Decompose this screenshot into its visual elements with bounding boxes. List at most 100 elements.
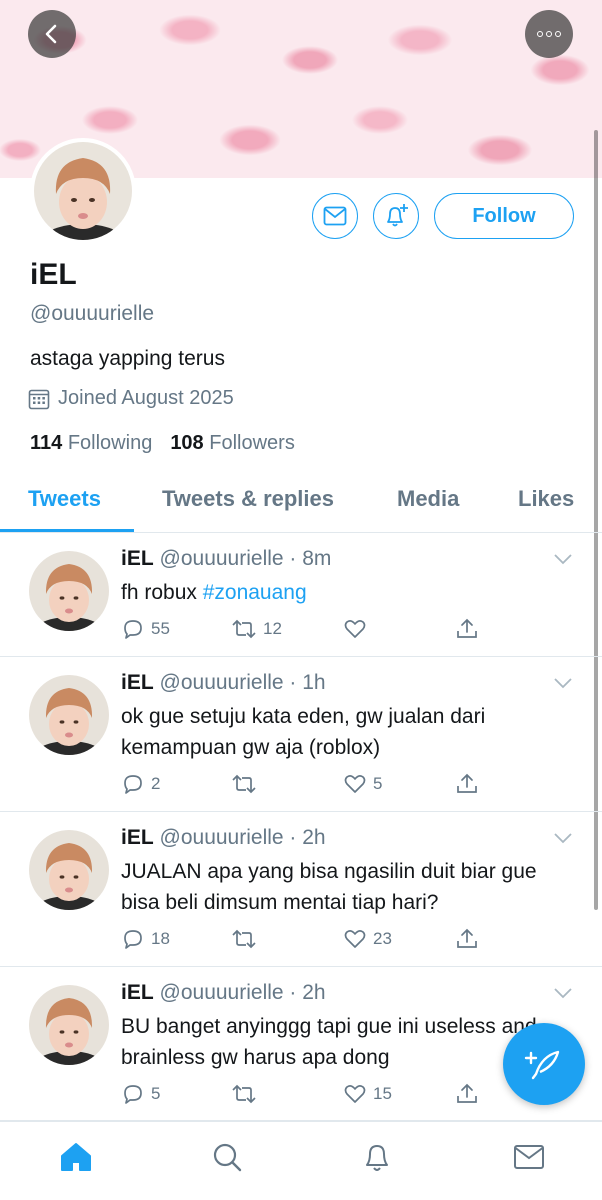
- tab-media[interactable]: Media: [397, 486, 459, 512]
- tweet-header: iEL @ouuuurielle · 1h: [121, 671, 326, 695]
- tweet-actions: 2 5: [121, 772, 561, 802]
- share-button[interactable]: [455, 772, 479, 796]
- home-icon: [61, 1143, 91, 1171]
- share-button[interactable]: [455, 617, 479, 641]
- chevron-down-icon[interactable]: [553, 832, 573, 844]
- nav-messages[interactable]: [511, 1139, 547, 1175]
- reply-button[interactable]: 2: [121, 772, 160, 796]
- profile-bio: astaga yapping terus: [30, 347, 225, 370]
- tab-tweets[interactable]: Tweets: [28, 486, 101, 512]
- display-name: iEL: [30, 258, 77, 291]
- retweet-icon: [231, 1082, 257, 1106]
- calendar-icon: [28, 389, 50, 409]
- following-label: Following: [67, 432, 153, 454]
- retweet-icon: [231, 927, 257, 951]
- profile-stats: 114 Following 108 Followers: [30, 432, 295, 455]
- compose-feather-icon: [524, 1050, 560, 1080]
- tweet-avatar[interactable]: [29, 985, 109, 1065]
- reply-count: 55: [151, 619, 170, 638]
- tweet-actions: 18 23: [121, 927, 561, 957]
- like-count: 15: [373, 1084, 392, 1103]
- bottom-navigation: [0, 1121, 602, 1200]
- followers-label: Followers: [209, 432, 295, 454]
- tweet-hashtag[interactable]: #zonauang: [203, 581, 307, 604]
- active-tab-indicator: [0, 529, 134, 532]
- reply-button[interactable]: 55: [121, 617, 170, 641]
- joined-label: Joined August 2025: [58, 387, 234, 409]
- reply-bubble-icon: [121, 927, 145, 951]
- tweet-text: fh robux #zonauang: [121, 577, 551, 608]
- tweet-author-name: iEL: [121, 826, 154, 849]
- reply-button[interactable]: 18: [121, 927, 170, 951]
- chevron-down-icon[interactable]: [553, 553, 573, 565]
- tweet-header: iEL @ouuuurielle · 2h: [121, 981, 326, 1005]
- following-count: 114: [30, 432, 63, 454]
- compose-tweet-button[interactable]: [503, 1023, 585, 1105]
- chevron-down-icon[interactable]: [553, 677, 573, 689]
- tweet-item[interactable]: iEL @ouuuurielle · 8m fh robux #zonauang…: [0, 533, 602, 657]
- tab-likes[interactable]: Likes: [518, 486, 574, 512]
- heart-icon: [343, 1082, 367, 1106]
- reply-bubble-icon: [121, 617, 145, 641]
- profile-tabs: Tweets Tweets & replies Media Likes: [0, 468, 602, 533]
- retweet-button[interactable]: [231, 1082, 263, 1106]
- like-count: 5: [373, 774, 383, 793]
- tweet-text: JUALAN apa yang bisa ngasilin duit biar …: [121, 860, 537, 914]
- tweet-item[interactable]: iEL @ouuuurielle · 2h JUALAN apa yang bi…: [0, 812, 602, 967]
- mail-icon: [514, 1145, 544, 1169]
- tweet-item[interactable]: iEL @ouuuurielle · 1h ok gue setuju kata…: [0, 657, 602, 812]
- nav-search[interactable]: [209, 1139, 245, 1175]
- notifications-button[interactable]: [373, 193, 419, 239]
- more-options-button[interactable]: [525, 10, 573, 58]
- reply-count: 5: [151, 1084, 161, 1103]
- tweet-avatar[interactable]: [29, 675, 109, 755]
- like-button[interactable]: 23: [343, 927, 392, 951]
- retweet-button[interactable]: [231, 927, 263, 951]
- chevron-down-icon[interactable]: [553, 987, 573, 999]
- retweet-icon: [231, 772, 257, 796]
- nav-notifications[interactable]: [359, 1139, 395, 1175]
- profile-avatar[interactable]: [30, 138, 136, 244]
- share-button[interactable]: [455, 927, 479, 951]
- tweet-meta: @ouuuurielle · 8m: [159, 547, 332, 570]
- heart-icon: [343, 617, 367, 641]
- chevron-left-icon: [45, 24, 57, 44]
- tweet-meta: @ouuuurielle · 2h: [159, 981, 326, 1004]
- nav-home[interactable]: [58, 1139, 94, 1175]
- reply-count: 18: [151, 929, 170, 948]
- share-icon: [455, 617, 479, 641]
- tweet-author-name: iEL: [121, 981, 154, 1004]
- reply-bubble-icon: [121, 772, 145, 796]
- profile-handle: @ouuuurielle: [30, 302, 155, 325]
- retweet-count: 12: [263, 619, 282, 638]
- retweet-icon: [231, 617, 257, 641]
- retweet-button[interactable]: 12: [231, 617, 282, 641]
- tweet-avatar[interactable]: [29, 551, 109, 631]
- reply-bubble-icon: [121, 1082, 145, 1106]
- tweet-text: BU banget anyinggg tapi gue ini useless …: [121, 1015, 537, 1069]
- followers-stat[interactable]: 108 Followers: [170, 432, 295, 455]
- message-button[interactable]: [312, 193, 358, 239]
- tweet-meta: @ouuuurielle · 2h: [159, 826, 326, 849]
- followers-count: 108: [170, 432, 204, 454]
- following-stat[interactable]: 114 Following: [30, 432, 152, 455]
- tweet-text: ok gue setuju kata eden, gw jualan dari …: [121, 705, 486, 759]
- share-icon: [455, 927, 479, 951]
- back-button[interactable]: [28, 10, 76, 58]
- tab-tweets-replies[interactable]: Tweets & replies: [162, 486, 334, 512]
- like-button[interactable]: [343, 617, 373, 641]
- search-icon: [213, 1143, 242, 1172]
- follow-button[interactable]: Follow: [434, 193, 574, 239]
- share-icon: [455, 772, 479, 796]
- retweet-button[interactable]: [231, 772, 263, 796]
- tweet-author-name: iEL: [121, 671, 154, 694]
- reply-button[interactable]: 5: [121, 1082, 160, 1106]
- like-button[interactable]: 15: [343, 1082, 392, 1106]
- tweet-header: iEL @ouuuurielle · 8m: [121, 547, 331, 571]
- tweet-avatar[interactable]: [29, 830, 109, 910]
- tweet-header: iEL @ouuuurielle · 2h: [121, 826, 326, 850]
- share-button[interactable]: [455, 1082, 479, 1106]
- heart-icon: [343, 772, 367, 796]
- tweet-body: fh robux: [121, 581, 203, 604]
- like-button[interactable]: 5: [343, 772, 382, 796]
